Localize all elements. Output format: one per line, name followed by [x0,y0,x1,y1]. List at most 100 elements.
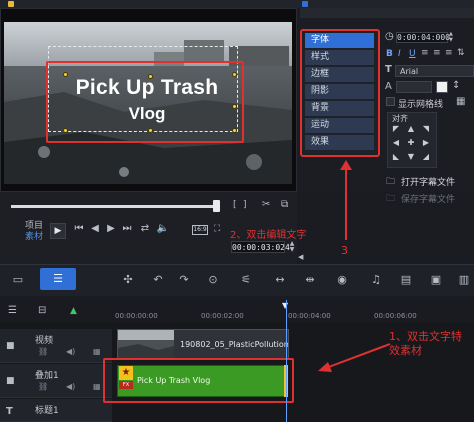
storyboard-view-icon[interactable]: ▭ [10,272,26,288]
resize-handle[interactable] [232,72,237,77]
ruler-tick-3: 00:00:06:00 [374,312,417,320]
autofit-icon[interactable]: ↔ [272,272,288,288]
redo-icon[interactable]: ↷ [176,272,192,288]
vertical-text-icon[interactable]: ⇅ [457,48,465,58]
underline-button[interactable]: U [409,49,416,59]
font-size-field[interactable] [396,81,432,93]
split-screen-icon[interactable]: ▥ [456,272,472,288]
home-icon[interactable]: ⏮ [72,222,86,236]
annotation-step-1-line1: 1、双击文字特 [389,330,462,343]
title-text-line2[interactable]: Vlog [57,104,237,124]
align-top-right-icon[interactable]: ◥ [421,124,431,134]
track-name-title: 标题1 [35,406,59,416]
audio-icon[interactable]: ♫ [368,272,384,288]
fullscreen-icon[interactable]: ⛶ [214,224,220,234]
mark-in-icon[interactable]: [ [233,200,237,210]
align-left-middle-icon[interactable]: ◀ [391,138,401,148]
mode-clip[interactable]: 素材 [25,229,43,242]
bold-button[interactable]: B [386,49,393,59]
save-subtitle-icon[interactable]: 🗀 [386,191,395,207]
save-subtitle-button[interactable]: 保存字幕文件 [401,192,455,205]
align-bottom-left-icon[interactable]: ◣ [391,152,401,162]
align-right-icon[interactable]: ≡ [445,48,453,58]
resize-handle[interactable] [148,74,153,79]
annotation-edit-text: 2、双击编辑文字 [230,230,307,241]
menu-item-background[interactable]: 背景 [305,101,374,116]
annotation-step-1-line2: 效素材 [389,344,422,357]
timeline-view-button[interactable]: ☰ [40,268,76,290]
link-icon[interactable]: ⛓ [38,347,48,356]
line-spacing-icon[interactable]: ↕ [452,80,460,91]
track-name-video: 视频 [35,336,54,346]
ruler-tick-0: 00:00:00:00 [115,312,158,320]
fit-icon[interactable]: ⇹ [302,272,318,288]
align-bottom-icon[interactable]: ▼ [406,152,416,162]
font-color-swatch[interactable] [436,81,448,93]
multicam-icon[interactable]: ▣ [428,272,444,288]
motion-tracking-icon[interactable]: ◉ [334,272,350,288]
video-clip-label: 190802_05_PlasticPollution_HD [180,340,288,349]
repeat-icon[interactable]: ⇄ [138,222,152,236]
align-right-middle-icon[interactable]: ▶ [421,138,431,148]
video-track-icon: ■ [6,341,15,351]
record-icon[interactable]: ⊙ [205,272,221,288]
align-left-icon[interactable]: ≡ [421,48,429,58]
volume-icon[interactable]: 🔈 [156,222,170,236]
track-grid-icon[interactable]: ▦ [93,347,101,356]
menu-item-border[interactable]: 边框 [305,67,374,82]
mark-out-icon[interactable]: ] [243,200,247,210]
menu-item-effect[interactable]: 效果 [305,135,374,150]
track-manager-icon[interactable]: ☰ [8,305,17,316]
subtitle-icon[interactable]: ▤ [398,272,414,288]
show-grid-checkbox[interactable] [386,97,395,106]
align-top-icon[interactable]: ▲ [406,124,416,134]
next-frame-icon[interactable]: ▶ [104,222,118,236]
mixer-icon[interactable]: ⚟ [238,272,254,288]
track-name-overlay: 叠加1 [35,371,59,381]
play-button[interactable]: ▶ [50,223,66,239]
grid-settings-icon[interactable]: ▦ [456,96,465,107]
add-marker-icon[interactable]: ▲ [70,306,77,316]
duration-stepper[interactable]: ▲ ▼ [449,31,453,43]
aspect-ratio-button[interactable]: 16:9 [192,225,208,235]
duration-field[interactable]: 0:00:04:000 [396,32,450,43]
resize-handle[interactable] [63,128,68,133]
resize-handle[interactable] [63,72,68,77]
window-topbar [0,0,474,8]
annotation-step-3: 3 [341,244,348,257]
open-subtitle-button[interactable]: 打开字幕文件 [401,175,455,188]
mute-icon[interactable]: ◀) [66,382,75,391]
timecode-display[interactable]: 00:00:03:024 [231,241,290,253]
open-subtitle-icon[interactable]: 🗀 [386,174,395,190]
chapter-icon[interactable]: ⊟ [38,305,46,316]
ruler-tick-1: 00:00:02:00 [201,312,244,320]
italic-button[interactable]: I [398,49,401,59]
font-size-icon: A [385,81,392,92]
tools-icon[interactable]: ✣ [120,272,136,288]
link-icon[interactable]: ⛓ [38,382,48,391]
split-icon[interactable]: ✂ [262,199,270,210]
highlight-box-title [46,61,244,143]
mute-icon[interactable]: ◀) [66,347,75,356]
resize-handle[interactable] [232,104,237,109]
resize-handle[interactable] [148,128,153,133]
align-center-middle-icon[interactable]: ✚ [406,138,416,148]
align-bottom-right-icon[interactable]: ◢ [421,152,431,162]
collapse-arrow-icon[interactable]: ◀ [298,253,303,261]
timecode-stepper[interactable]: ▲ ▼ [288,241,296,253]
end-icon[interactable]: ⏭ [120,222,134,236]
menu-item-shadow[interactable]: 阴影 [305,84,374,99]
scrub-handle[interactable] [213,200,220,212]
track-grid-icon[interactable]: ▦ [93,382,101,391]
align-center-icon[interactable]: ≡ [433,48,441,58]
menu-item-font[interactable]: 字体 [305,33,374,48]
resize-handle[interactable] [232,128,237,133]
title-text-line1[interactable]: Pick Up Trash [57,76,237,100]
font-select[interactable]: Arial [395,65,474,77]
align-top-left-icon[interactable]: ◤ [391,124,401,134]
menu-item-style[interactable]: 样式 [305,50,374,65]
undo-icon[interactable]: ↶ [150,272,166,288]
prev-frame-icon[interactable]: ◀ [88,222,102,236]
copy-icon[interactable]: ⧉ [281,199,288,210]
menu-item-motion[interactable]: 运动 [305,118,374,133]
